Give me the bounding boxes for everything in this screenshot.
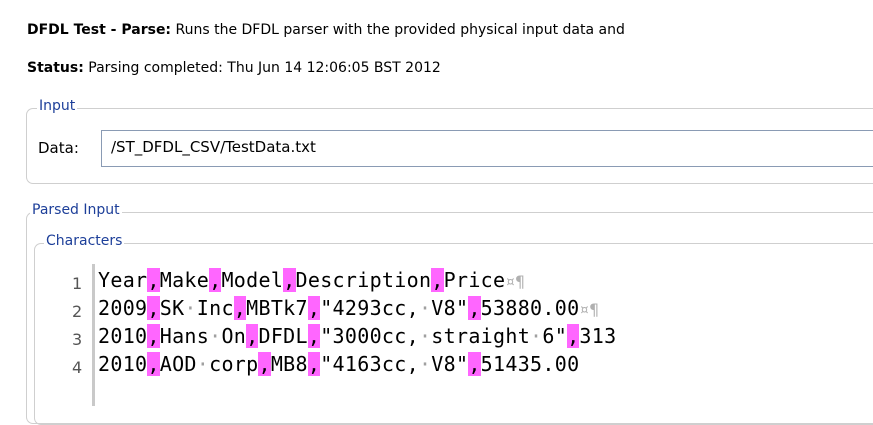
field-text: Hans·On <box>159 324 247 348</box>
gutter-divider <box>92 264 95 406</box>
field-text: 2010 <box>98 324 148 348</box>
separator-highlight: , <box>468 352 481 376</box>
separator-highlight: , <box>283 268 296 292</box>
field-text: Description <box>295 268 432 292</box>
end-of-line-marker: ¤¶ <box>505 272 526 291</box>
separator-highlight: , <box>567 324 580 348</box>
separator-highlight: , <box>307 352 321 376</box>
separator-highlight: , <box>431 268 444 292</box>
characters-editor[interactable]: 1 Year,Make,Model,Description,Price¤¶ 2 200… <box>34 262 873 406</box>
test-title: DFDL Test - Parse: <box>27 22 172 38</box>
field-text: "4163cc,·V8" <box>320 352 469 376</box>
field-text: 51435.00 <box>480 352 580 376</box>
separator-highlight: , <box>246 324 259 348</box>
separator-highlight: , <box>147 324 160 348</box>
field-text: Model <box>221 268 284 292</box>
field-text: AOD·corp <box>159 352 259 376</box>
field-text: 2009 <box>98 296 148 320</box>
field-text: "3000cc,·straight·6" <box>320 324 568 348</box>
parsed-input-title: Parsed Input <box>30 202 122 218</box>
data-input[interactable]: /ST_DFDL_CSV/TestData.txt <box>101 130 873 167</box>
field-text: 53880.00 <box>480 296 580 320</box>
status-label: Status: <box>27 60 84 76</box>
separator-highlight: , <box>307 324 321 348</box>
status-text: Parsing completed: Thu Jun 14 12:06:05 B… <box>88 60 441 76</box>
code-line: Year,Make,Model,Description,Price¤¶ <box>98 268 525 292</box>
input-group-title: Input <box>37 98 78 114</box>
separator-highlight: , <box>307 296 321 320</box>
test-description: Runs the DFDL parser with the provided p… <box>175 22 625 38</box>
separator-highlight: , <box>147 268 160 292</box>
code-line: 2009,SK·Inc,MBTk7,"4293cc,·V8",53880.00¤… <box>98 296 599 320</box>
characters-title: Characters <box>44 233 125 249</box>
code-line: 2010,Hans·On,DFDL,"3000cc,·straight·6",3… <box>98 324 616 348</box>
separator-highlight: , <box>209 268 222 292</box>
line-number: 3 <box>72 330 83 349</box>
field-text: Make <box>159 268 210 292</box>
end-of-line-marker: ¤¶ <box>579 300 600 319</box>
status-row: Status: Parsing completed: Thu Jun 14 12… <box>27 60 441 76</box>
separator-highlight: , <box>147 352 160 376</box>
data-label: Data: <box>38 139 79 157</box>
field-text: "4293cc,·V8" <box>320 296 469 320</box>
separator-highlight: , <box>468 296 481 320</box>
separator-highlight: , <box>147 296 160 320</box>
field-text: Price <box>443 268 506 292</box>
line-number: 1 <box>72 274 83 293</box>
field-text: MB8 <box>270 352 308 376</box>
field-text: Year <box>98 268 148 292</box>
test-header: DFDL Test - Parse: Runs the DFDL parser … <box>27 22 625 38</box>
separator-highlight: , <box>233 296 247 320</box>
code-line: 2010,AOD·corp,MB8,"4163cc,·V8",51435.00 <box>98 352 579 376</box>
line-number: 4 <box>72 358 83 377</box>
field-text: SK·Inc <box>159 296 234 320</box>
field-text: 2010 <box>98 352 148 376</box>
line-number: 2 <box>72 302 83 321</box>
separator-highlight: , <box>258 352 271 376</box>
field-text: MBTk7 <box>246 296 308 320</box>
field-text: DFDL <box>258 324 308 348</box>
field-text: 313 <box>579 324 617 348</box>
